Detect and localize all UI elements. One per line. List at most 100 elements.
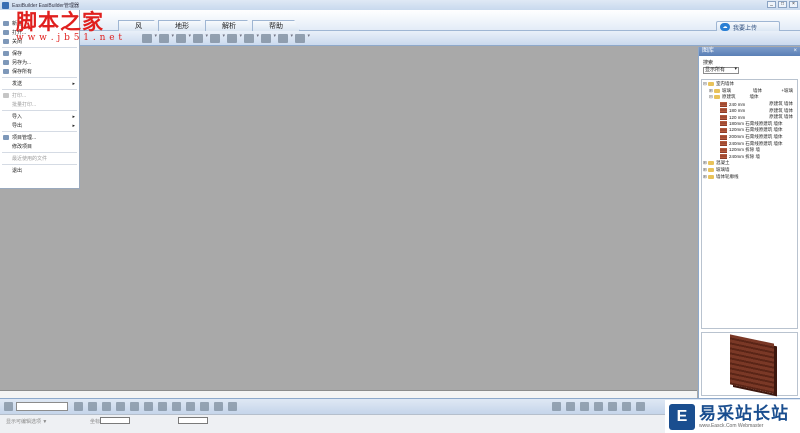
brick-wall-icon — [720, 101, 727, 107]
ortho-icon[interactable] — [102, 402, 111, 411]
menu-separator — [2, 152, 77, 153]
panel-close-icon[interactable]: × — [793, 47, 797, 56]
menu-separator — [2, 89, 77, 90]
open-icon — [3, 30, 9, 35]
tree-node[interactable]: 200mm 石膏线原建筑 墙体 — [702, 134, 797, 141]
zoom-in-icon[interactable] — [552, 402, 561, 411]
tree-node[interactable]: 120mm 拆除 墙 — [702, 147, 797, 154]
menu-item-recent-files[interactable]: 最近使用的文件 — [0, 154, 79, 163]
new-icon — [3, 21, 9, 26]
menu-item-save[interactable]: 保存 — [0, 49, 79, 58]
brick-wall-icon — [720, 127, 727, 133]
rotate-tool-icon[interactable] — [261, 33, 276, 43]
column-tool-icon[interactable] — [244, 33, 259, 43]
menu-item-import[interactable]: 导入 ▸ — [0, 112, 79, 121]
menu-item-print[interactable]: 打印... — [0, 91, 79, 100]
move-tool-icon[interactable] — [159, 33, 174, 43]
paint-tool-icon[interactable] — [278, 33, 293, 43]
3d-view-icon[interactable] — [186, 402, 195, 411]
command-bar[interactable] — [0, 390, 697, 398]
submenu-arrow-icon: ▸ — [72, 80, 75, 87]
tab-terrain[interactable]: 地形 — [158, 20, 206, 31]
close-window-button[interactable]: × — [789, 1, 798, 8]
print-icon — [3, 93, 9, 98]
menu-separator — [2, 47, 77, 48]
grid-icon[interactable] — [74, 402, 83, 411]
properties-tool-icon[interactable] — [295, 33, 310, 43]
tree-node[interactable]: ⊞ 墙体轮廓线 — [702, 173, 797, 180]
layer-select[interactable] — [16, 402, 68, 411]
layer-tool-icon[interactable] — [227, 33, 242, 43]
tree-node[interactable]: 240 mm 原建筑 墙体 — [702, 101, 797, 108]
render-icon[interactable] — [200, 402, 209, 411]
fill-tool-icon[interactable] — [193, 33, 208, 43]
select-tool-icon[interactable] — [142, 33, 157, 43]
project-icon — [3, 135, 9, 140]
menu-separator — [2, 164, 77, 165]
menu-item-save-as[interactable]: 另存为... — [0, 58, 79, 67]
menu-item-send[interactable]: 发送 ▸ — [0, 79, 79, 88]
tree-node[interactable]: 120mm 石膏线原建筑 墙体 — [702, 127, 797, 134]
coord-y-field — [178, 417, 208, 424]
tree-node[interactable]: ⊞ 玻璃墙 — [702, 167, 797, 174]
tab-analysis[interactable]: 解析 — [205, 20, 253, 31]
walk-icon[interactable] — [636, 402, 645, 411]
folder-icon — [708, 174, 714, 179]
maximize-button[interactable]: □ — [778, 1, 787, 8]
elevation-icon[interactable] — [172, 402, 181, 411]
save-as-icon — [3, 60, 9, 65]
stairs-tool-icon[interactable] — [210, 33, 225, 43]
tree-node[interactable]: 120 mm 原建筑 墙体 — [702, 114, 797, 121]
coord-x-field — [100, 417, 130, 424]
tree-node[interactable]: ⊞ 混凝土 — [702, 160, 797, 167]
brick-wall-icon — [720, 121, 727, 127]
brick-wall-icon — [720, 154, 727, 160]
menu-item-exit[interactable]: 退出 — [0, 166, 79, 175]
snap-icon[interactable] — [88, 402, 97, 411]
menu-item-export[interactable]: 导出 ▸ — [0, 121, 79, 130]
view-tools — [74, 402, 237, 411]
orbit-icon[interactable] — [622, 402, 631, 411]
layer-icon[interactable] — [4, 402, 13, 411]
tree-node[interactable]: ⊟ 室内墙体 — [702, 81, 797, 88]
plan-view-icon[interactable] — [158, 402, 167, 411]
minimize-button[interactable]: _ — [767, 1, 776, 8]
folder-icon — [714, 88, 720, 93]
drawing-canvas[interactable] — [0, 47, 697, 390]
pan-icon[interactable] — [608, 402, 617, 411]
search-label: 搜索 — [703, 60, 714, 66]
zoom-window-icon[interactable] — [580, 402, 589, 411]
site-name: 易采站长站 — [699, 403, 789, 423]
menu-item-modify-project[interactable]: 修改项目 — [0, 142, 79, 151]
close-file-icon — [3, 39, 9, 44]
menu-item-save-all[interactable]: 保存所有 — [0, 67, 79, 76]
roof-tool-icon[interactable] — [176, 33, 191, 43]
export-view-icon[interactable] — [228, 402, 237, 411]
home-icon[interactable] — [144, 402, 153, 411]
folder-icon — [708, 168, 714, 173]
camera-icon[interactable] — [130, 402, 139, 411]
measure-icon[interactable] — [116, 402, 125, 411]
app-icon — [2, 1, 9, 9]
tree-node[interactable]: 240mm 石膏线原建筑 墙体 — [702, 140, 797, 147]
save-all-icon — [3, 69, 9, 74]
zoom-extents-icon[interactable] — [594, 402, 603, 411]
tree-node[interactable]: ⊟ 原建筑 墙体 — [702, 94, 797, 101]
menu-item-project-manager[interactable]: 项目管理... — [0, 133, 79, 142]
window-controls: _ □ × — [767, 1, 798, 8]
tab-wind[interactable]: 风 — [118, 20, 159, 31]
tab-help[interactable]: 帮助 — [252, 20, 300, 31]
menu-item-batch-print[interactable]: 批量打印... — [0, 100, 79, 109]
coord-label: 坐标 — [90, 419, 101, 425]
watermark: 脚本之家 w w w . j b 5 1 . n e t — [16, 6, 123, 43]
cloud-upload-icon: ☁ — [720, 23, 730, 31]
menu-separator — [2, 110, 77, 111]
layout-icon[interactable] — [214, 402, 223, 411]
watermark-text: 脚本之家 — [16, 9, 104, 34]
status-label[interactable]: 显示可编辑选项 ▼ — [6, 418, 47, 425]
filter-dropdown[interactable]: 显示所有 — [703, 67, 739, 74]
submenu-arrow-icon: ▸ — [72, 113, 75, 120]
zoom-out-icon[interactable] — [566, 402, 575, 411]
site-logo: E 易采站长站 www.Easck.Com Webmaster — [665, 400, 800, 433]
tree-node[interactable]: 180 mm 原建筑 墙体 — [702, 107, 797, 114]
